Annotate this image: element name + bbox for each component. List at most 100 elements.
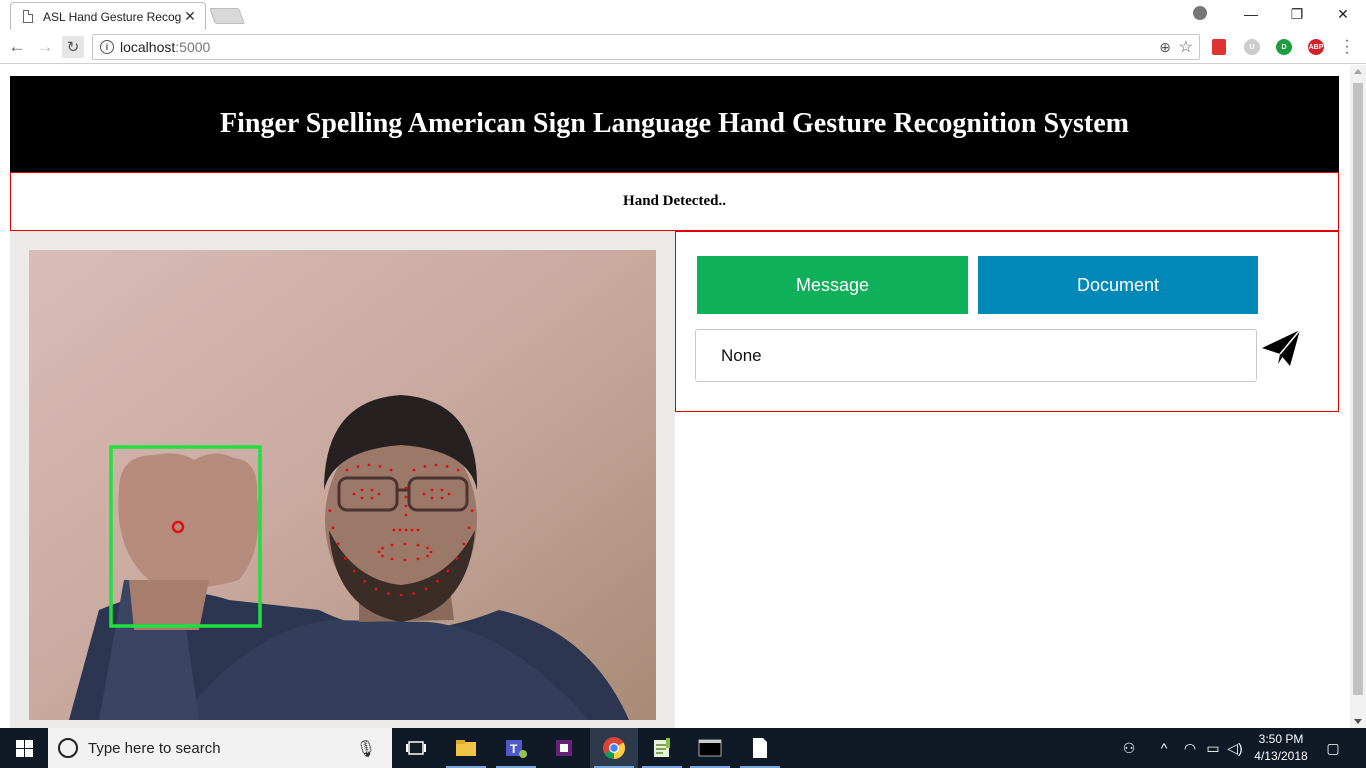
face-landmark-dot xyxy=(370,488,374,492)
windows-icon[interactable] xyxy=(0,728,48,768)
teams-icon[interactable]: T xyxy=(492,728,540,768)
browser-tab[interactable]: ASL Hand Gesture Recog ✕ xyxy=(10,2,206,30)
visual-studio-icon[interactable] xyxy=(540,728,588,768)
control-panel: Message Document xyxy=(675,231,1339,412)
face-landmark-dot xyxy=(377,492,381,496)
face-landmark-dot xyxy=(386,592,390,595)
address-bar[interactable]: i localhost:5000 ⊕ ☆ xyxy=(92,34,1200,60)
url-port: :5000 xyxy=(175,39,211,55)
taskbar-clock[interactable]: 3:50 PM 4/13/2018 xyxy=(1246,731,1316,765)
face-landmark-dot xyxy=(336,542,340,546)
face-landmark-dot xyxy=(363,579,366,583)
restore-button[interactable]: ❐ xyxy=(1274,0,1320,28)
face-landmark-dot xyxy=(404,528,408,532)
face-landmark-dot xyxy=(426,554,429,558)
face-landmark-dot xyxy=(412,468,416,472)
new-tab-button[interactable] xyxy=(209,8,245,24)
tab-title: ASL Hand Gesture Recog xyxy=(43,9,181,24)
show-hidden-icons-icon[interactable]: ^ xyxy=(1156,728,1172,768)
face-landmark-dot xyxy=(356,465,360,468)
face-landmark-dot xyxy=(345,468,349,472)
page-scrollbar[interactable] xyxy=(1350,65,1366,728)
face-landmark-dot xyxy=(412,592,416,595)
window-controls: — ❐ ✕ xyxy=(1228,0,1366,28)
windows-taskbar: Type here to search 🎙 T ⚇ ^ ◠ ▭ ◁) 3:50 … xyxy=(0,728,1366,768)
webcam-feed xyxy=(29,250,656,720)
face-landmark-dot xyxy=(403,542,407,546)
scrollbar-thumb[interactable] xyxy=(1353,83,1363,695)
face-landmark-dot xyxy=(422,492,426,496)
face-landmark-dot xyxy=(440,488,444,492)
volume-icon[interactable]: ◁) xyxy=(1226,728,1244,768)
face-landmark-dot xyxy=(403,558,407,562)
page-title: Finger Spelling American Sign Language H… xyxy=(219,108,1129,139)
browser-toolbar: ← → ↻ i localhost:5000 ⊕ ☆ U D ABP · · · xyxy=(0,30,1366,64)
forward-icon[interactable]: → xyxy=(34,36,56,58)
mic-icon[interactable]: 🎙 xyxy=(356,739,376,759)
browser-menu-icon[interactable]: · · · xyxy=(1342,33,1352,61)
face-landmark-dot xyxy=(416,557,420,561)
message-button[interactable]: Message xyxy=(697,256,968,314)
face-landmark-dot xyxy=(416,543,420,547)
action-center-icon[interactable]: ▢ xyxy=(1322,728,1344,768)
face-landmark-dot xyxy=(404,513,408,517)
cortana-icon[interactable] xyxy=(58,738,78,758)
scroll-up-icon[interactable] xyxy=(1354,69,1362,74)
face-landmark-dot xyxy=(462,542,466,546)
face-landmark-dot xyxy=(404,486,408,490)
page-header: Finger Spelling American Sign Language H… xyxy=(10,76,1339,172)
u-extension-icon[interactable]: U xyxy=(1244,39,1260,55)
face-landmark-dot xyxy=(360,496,364,500)
face-landmark-dot xyxy=(445,465,449,468)
url-host: localhost xyxy=(120,39,176,55)
svg-text:T: T xyxy=(510,742,518,756)
face-landmark-dot xyxy=(426,546,429,550)
profile-icon[interactable] xyxy=(1193,6,1207,20)
face-landmark-dot xyxy=(430,496,434,500)
clock-time: 3:50 PM xyxy=(1258,732,1304,746)
face-landmark-dot xyxy=(410,528,414,532)
face-landmark-dot xyxy=(390,543,394,547)
document-button[interactable]: Document xyxy=(978,256,1258,314)
scroll-down-icon[interactable] xyxy=(1354,719,1362,724)
face-landmark-dot xyxy=(423,465,427,468)
document-app-icon[interactable] xyxy=(736,728,784,768)
bookmark-extension-icon[interactable] xyxy=(1212,39,1226,55)
wifi-icon[interactable]: ◠ xyxy=(1180,728,1200,768)
notepad-plus-icon[interactable] xyxy=(638,728,686,768)
info-icon[interactable]: i xyxy=(100,40,114,54)
recognized-text-field[interactable] xyxy=(695,329,1257,382)
chrome-icon[interactable] xyxy=(590,728,638,768)
face-landmark-dot xyxy=(352,492,356,496)
d-extension-icon[interactable]: D xyxy=(1276,39,1292,55)
face-landmark-dot xyxy=(360,488,364,492)
minimize-button[interactable]: — xyxy=(1228,0,1274,28)
browser-tabstrip: ASL Hand Gesture Recog ✕ — ❐ ✕ xyxy=(0,0,1366,30)
face-landmark-dot xyxy=(352,569,356,573)
star-icon[interactable]: ☆ xyxy=(1179,37,1193,57)
zoom-icon[interactable]: ⊕ xyxy=(1159,39,1171,56)
taskbar-search[interactable]: Type here to search 🎙 xyxy=(48,728,392,768)
face-landmark-dot xyxy=(378,465,382,468)
face-landmark-dot xyxy=(367,463,371,467)
back-icon[interactable]: ← xyxy=(6,36,28,58)
file-explorer-icon[interactable] xyxy=(442,728,490,768)
send-icon[interactable] xyxy=(1260,328,1302,368)
reload-icon[interactable]: ↻ xyxy=(62,36,84,58)
face-landmark-dot xyxy=(436,579,439,583)
face-landmark-dot xyxy=(398,528,402,532)
face-landmark-dot xyxy=(390,557,394,561)
adblock-extension-icon[interactable]: ABP xyxy=(1308,39,1324,55)
tab-close-icon[interactable]: ✕ xyxy=(181,8,199,25)
face-landmark-dot xyxy=(455,557,459,560)
battery-icon[interactable]: ▭ xyxy=(1204,728,1222,768)
task-view-icon[interactable] xyxy=(392,728,440,768)
close-window-button[interactable]: ✕ xyxy=(1320,0,1366,28)
people-icon[interactable]: ⚇ xyxy=(1118,728,1140,768)
webcam-frame-image xyxy=(29,250,656,720)
face-landmark-dot xyxy=(343,557,347,560)
face-landmark-dot xyxy=(416,528,420,532)
command-prompt-icon[interactable] xyxy=(686,728,734,768)
clock-date: 4/13/2018 xyxy=(1254,749,1308,763)
search-placeholder: Type here to search xyxy=(88,739,221,757)
